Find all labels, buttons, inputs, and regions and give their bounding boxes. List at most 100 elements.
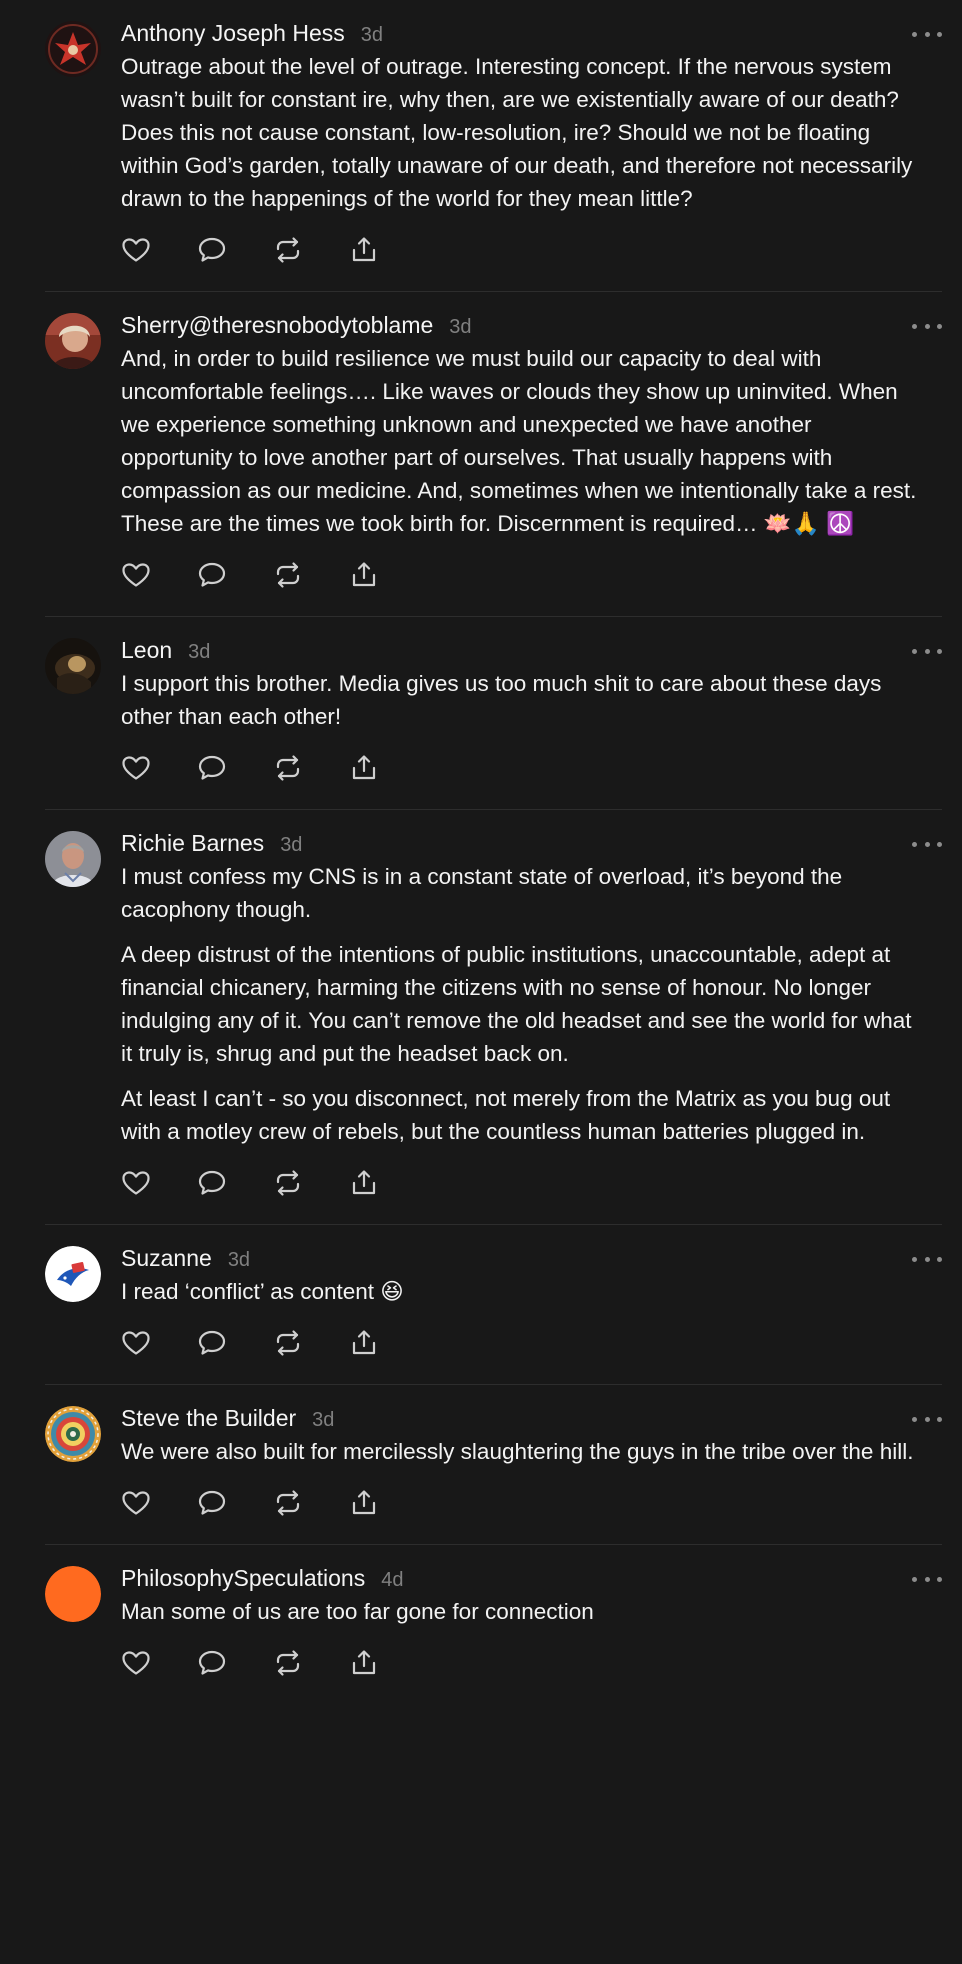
repost-button[interactable] <box>273 1488 303 1518</box>
share-button[interactable] <box>349 753 379 783</box>
avatar-image <box>45 313 101 369</box>
more-icon <box>937 841 942 847</box>
post-timestamp[interactable]: 3d <box>312 1409 334 1432</box>
like-button[interactable] <box>121 1648 151 1678</box>
share-button[interactable] <box>349 1168 379 1198</box>
avatar-image <box>45 1566 101 1622</box>
repost-button[interactable] <box>273 235 303 265</box>
post-paragraph: I read ‘conflict’ as content 😆 <box>121 1279 404 1304</box>
post-header: Suzanne 3d <box>121 1245 922 1275</box>
more-options-button[interactable] <box>912 1249 942 1269</box>
like-button[interactable] <box>121 1328 151 1358</box>
reply-post: Leon 3d I support this brother. Media gi… <box>45 616 942 809</box>
author-name[interactable]: Richie Barnes <box>121 830 264 857</box>
post-paragraph: I support this brother. Media gives us t… <box>121 671 882 729</box>
like-button[interactable] <box>121 1168 151 1198</box>
post-body: PhilosophySpeculations 4d Man some of us… <box>121 1565 942 1704</box>
post-timestamp[interactable]: 3d <box>228 1249 250 1272</box>
post-timestamp[interactable]: 3d <box>280 834 302 857</box>
repost-icon <box>276 562 300 588</box>
repost-button[interactable] <box>273 753 303 783</box>
reply-button[interactable] <box>197 1488 227 1518</box>
avatar-image <box>45 1246 101 1302</box>
more-icon <box>937 31 942 37</box>
avatar[interactable] <box>45 313 101 369</box>
like-button[interactable] <box>121 753 151 783</box>
more-options-button[interactable] <box>912 641 942 661</box>
avatar[interactable] <box>45 1566 101 1622</box>
repost-button[interactable] <box>273 560 303 590</box>
post-timestamp[interactable]: 3d <box>449 316 471 339</box>
comment-icon <box>198 1650 226 1675</box>
like-button[interactable] <box>121 560 151 590</box>
author-name[interactable]: Steve the Builder <box>121 1405 296 1432</box>
share-button[interactable] <box>349 1328 379 1358</box>
post-actions <box>121 1468 922 1544</box>
post-text: We were also built for mercilessly slaug… <box>121 1435 922 1468</box>
post-header: Leon 3d <box>121 637 922 667</box>
share-button[interactable] <box>349 235 379 265</box>
avatar-image <box>45 831 101 887</box>
more-icon <box>912 31 917 37</box>
more-icon <box>912 841 917 847</box>
more-options-button[interactable] <box>912 24 942 44</box>
reply-button[interactable] <box>197 1328 227 1358</box>
more-options-button[interactable] <box>912 1409 942 1429</box>
post-actions <box>121 215 922 291</box>
author-name[interactable]: Sherry@theresnobodytoblame <box>121 312 433 339</box>
avatar-image <box>45 21 101 77</box>
avatar[interactable] <box>45 638 101 694</box>
avatar[interactable] <box>45 1246 101 1302</box>
post-body: Steve the Builder 3d We were also built … <box>121 1405 942 1544</box>
post-text: I must confess my CNS is in a constant s… <box>121 860 922 1148</box>
more-options-button[interactable] <box>912 316 942 336</box>
more-options-button[interactable] <box>912 1569 942 1589</box>
post-actions <box>121 1148 922 1224</box>
repost-icon <box>276 1330 300 1356</box>
author-name[interactable]: PhilosophySpeculations <box>121 1565 365 1592</box>
reply-post: PhilosophySpeculations 4d Man some of us… <box>45 1544 942 1704</box>
author-name[interactable]: Leon <box>121 637 172 664</box>
post-header: Richie Barnes 3d <box>121 830 922 860</box>
post-text: And, in order to build resilience we mus… <box>121 342 922 540</box>
comment-icon <box>198 1490 226 1515</box>
post-timestamp[interactable]: 3d <box>188 641 210 664</box>
author-name[interactable]: Anthony Joseph Hess <box>121 20 345 47</box>
heart-icon <box>122 1491 150 1515</box>
reply-button[interactable] <box>197 235 227 265</box>
repost-button[interactable] <box>273 1648 303 1678</box>
like-button[interactable] <box>121 235 151 265</box>
share-button[interactable] <box>349 560 379 590</box>
reply-button[interactable] <box>197 753 227 783</box>
reply-button[interactable] <box>197 1648 227 1678</box>
avatar-image <box>45 1406 101 1462</box>
more-icon <box>924 1576 930 1582</box>
more-icon <box>912 648 917 654</box>
avatar[interactable] <box>45 831 101 887</box>
post-text: I read ‘conflict’ as content 😆 <box>121 1275 922 1308</box>
repost-icon <box>276 1170 300 1196</box>
heart-icon <box>122 563 150 587</box>
like-button[interactable] <box>121 1488 151 1518</box>
share-button[interactable] <box>349 1648 379 1678</box>
post-actions <box>121 733 922 809</box>
heart-icon <box>122 238 150 262</box>
author-name[interactable]: Suzanne <box>121 1245 212 1272</box>
share-button[interactable] <box>349 1488 379 1518</box>
more-icon <box>912 1416 917 1422</box>
repost-button[interactable] <box>273 1328 303 1358</box>
repost-button[interactable] <box>273 1168 303 1198</box>
comment-icon <box>198 562 226 587</box>
reply-feed: Anthony Joseph Hess 3d Outrage about the… <box>0 0 962 1704</box>
avatar[interactable] <box>45 21 101 77</box>
reply-button[interactable] <box>197 560 227 590</box>
more-icon <box>924 31 930 37</box>
post-actions <box>121 1308 922 1384</box>
avatar[interactable] <box>45 1406 101 1462</box>
repost-icon <box>276 237 300 263</box>
post-timestamp[interactable]: 4d <box>381 1569 403 1592</box>
post-timestamp[interactable]: 3d <box>361 24 383 47</box>
reply-button[interactable] <box>197 1168 227 1198</box>
share-icon <box>352 562 376 587</box>
more-options-button[interactable] <box>912 834 942 854</box>
